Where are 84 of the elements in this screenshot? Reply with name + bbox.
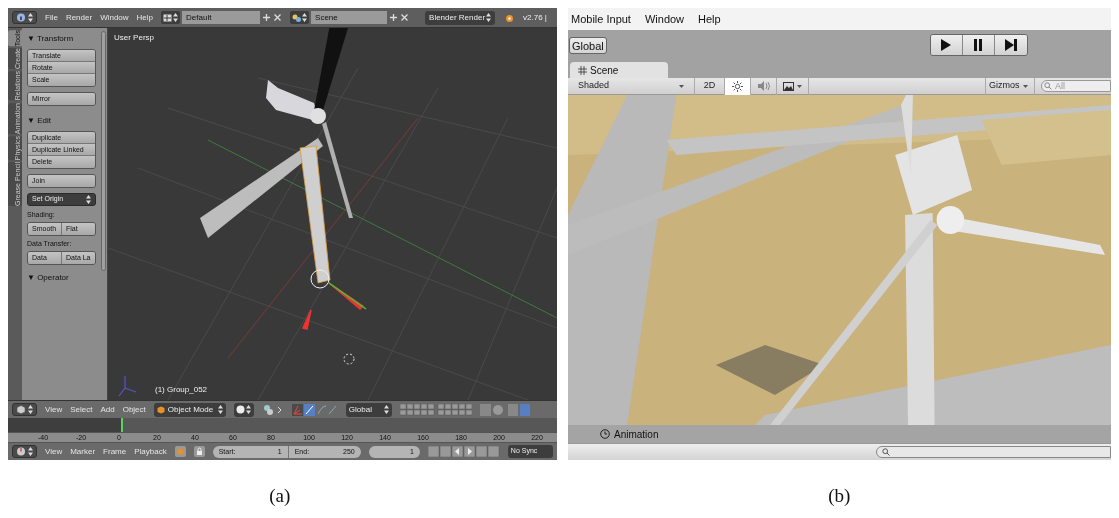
search-field[interactable]: All [1041, 80, 1111, 92]
close-icon[interactable] [273, 13, 283, 22]
shading-dropdown[interactable] [233, 402, 254, 417]
caret-icon [1022, 84, 1028, 88]
search-icon [882, 448, 890, 456]
orientation-dropdown[interactable]: Global [345, 402, 392, 417]
transform-tools-icon[interactable] [291, 403, 338, 416]
pause-icon [974, 39, 983, 51]
lock-icon[interactable] [193, 446, 205, 457]
view-label: User Persp [114, 32, 154, 44]
cube-icon [16, 405, 26, 414]
menu-item[interactable]: Add [100, 403, 115, 416]
menu-item[interactable]: Frame [103, 445, 127, 458]
menu-item[interactable]: File [45, 11, 58, 24]
logo-icon [503, 12, 516, 23]
add-icon[interactable] [389, 13, 399, 22]
grid-icon [578, 65, 587, 75]
menu-item[interactable]: Render [65, 11, 93, 24]
mode-dropdown[interactable]: Object Mode [153, 402, 226, 417]
bottom-search-field[interactable] [876, 446, 1111, 458]
playback-controls-icon[interactable] [427, 446, 500, 457]
menu-item[interactable]: Window [100, 11, 129, 24]
layout-selector[interactable] [161, 11, 181, 24]
menu-item[interactable]: Select [70, 403, 93, 416]
search-icon [1044, 82, 1052, 90]
scene-icon [292, 13, 302, 22]
menu-item[interactable]: Help [698, 10, 721, 28]
up-down-arrows-icon [245, 405, 251, 414]
sphere-icon [235, 405, 245, 414]
clock-icon [600, 429, 610, 439]
menu-item[interactable]: Object [122, 403, 146, 416]
panel-heading[interactable]: ▼ Edit [27, 115, 96, 127]
clock-icon [16, 447, 26, 456]
up-down-arrows-icon [86, 195, 91, 204]
layout-icon [163, 13, 173, 22]
up-down-arrows-icon [383, 405, 389, 414]
image-icon [783, 81, 794, 91]
figure-caption: (b) [828, 484, 851, 508]
gizmos-dropdown[interactable]: Gizmos [985, 77, 1035, 95]
draw-mode-dropdown[interactable]: Shaded [568, 77, 695, 95]
cube-icon [156, 405, 165, 414]
editor-type-button[interactable] [12, 11, 37, 24]
close-icon[interactable] [400, 13, 410, 22]
up-down-arrows-icon [486, 13, 492, 22]
up-down-arrows-icon [28, 13, 33, 22]
panel-heading[interactable]: ▼ Operator [27, 272, 96, 284]
menu-item[interactable]: Help [136, 11, 154, 24]
step-icon [1004, 39, 1017, 51]
sun-icon [732, 80, 743, 92]
caret-icon [797, 84, 802, 88]
pivot-button[interactable]: Global [569, 36, 607, 54]
pivot-icon[interactable] [261, 403, 284, 416]
figure-caption: (a) [269, 484, 291, 508]
panel-heading[interactable]: ▼ Transform [27, 33, 96, 45]
up-down-arrows-icon [302, 13, 308, 22]
object-label: (1) Group_052 [155, 384, 208, 396]
scene-selector[interactable] [290, 11, 310, 24]
menu-item[interactable]: Marker [70, 445, 96, 458]
editor-type-button[interactable] [12, 445, 37, 458]
step-button[interactable] [994, 35, 1027, 55]
render-engine-dropdown[interactable]: Blender Render [425, 10, 496, 25]
scene-tab[interactable]: Scene [570, 62, 668, 78]
up-down-arrows-icon [217, 405, 223, 414]
up-down-arrows-icon [28, 405, 33, 414]
layout-field[interactable]: Default [182, 11, 261, 24]
pause-button[interactable] [962, 35, 995, 55]
menu-item[interactable]: Mobile Input [571, 10, 631, 28]
play-button[interactable] [930, 35, 963, 55]
animation-tab[interactable]: Animation [614, 426, 659, 442]
menu-item[interactable]: View [45, 445, 63, 458]
play-icon [941, 39, 952, 51]
menu-item[interactable]: Playback [134, 445, 167, 458]
up-down-arrows-icon [28, 447, 33, 456]
scrollbar[interactable] [101, 31, 106, 271]
caret-icon [679, 84, 684, 88]
menu-item[interactable]: Window [644, 10, 685, 28]
editor-type-button[interactable] [12, 403, 37, 416]
scene-field[interactable]: Scene [311, 11, 388, 24]
speaker-icon [757, 81, 770, 91]
info-icon [16, 13, 26, 22]
menu-item[interactable]: View [45, 403, 63, 416]
up-down-arrows-icon [173, 13, 179, 22]
add-icon[interactable] [262, 13, 272, 22]
version-text: v2.76 | [523, 11, 547, 24]
